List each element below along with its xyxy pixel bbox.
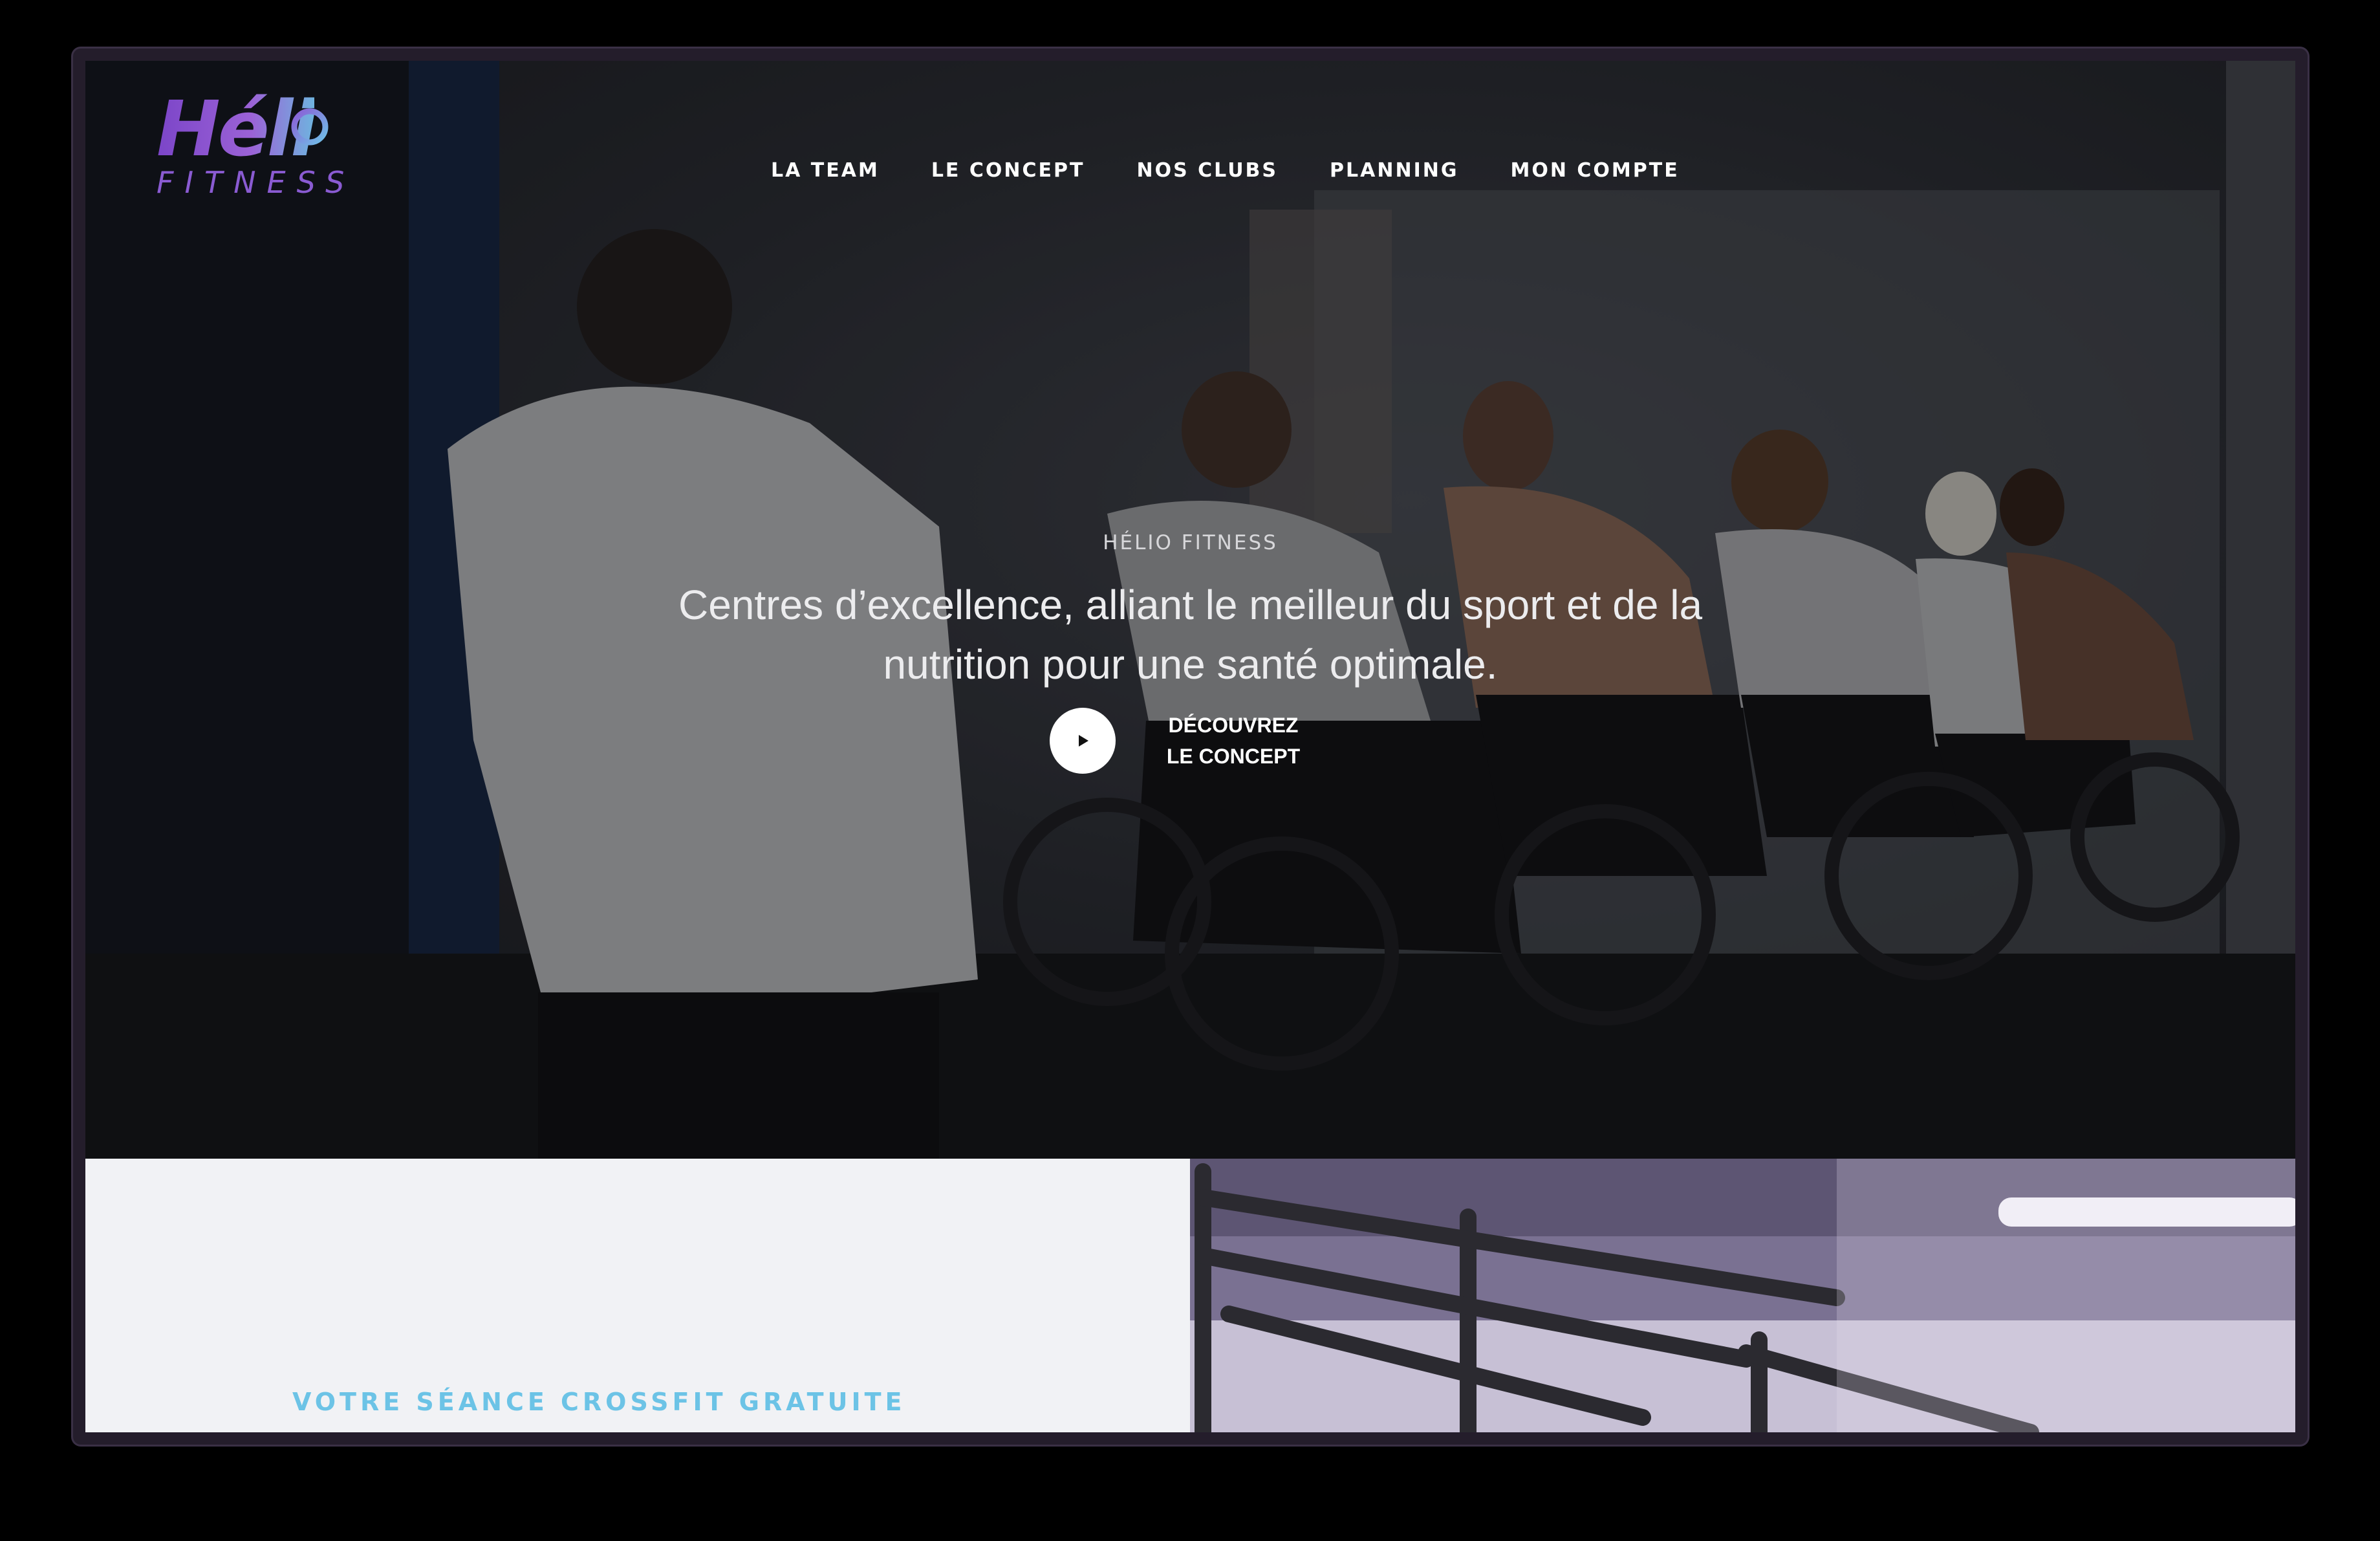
nav-item-nos-clubs[interactable]: NOS CLUBS xyxy=(1136,158,1278,184)
page-viewport: Héli FITNESS LA TEAM LE CONCEPT NOS CLUB… xyxy=(85,61,2295,1432)
play-icon xyxy=(1079,735,1088,747)
nav-item-mon-compte[interactable]: MON COMPTE xyxy=(1510,158,1679,184)
helio-fitness-logo[interactable]: Héli FITNESS xyxy=(157,80,351,203)
gym-rack-image xyxy=(1190,1159,2295,1432)
discover-concept-button[interactable]: DÉCOUVREZ LE CONCEPT xyxy=(1050,708,1311,774)
nav-item-le-concept[interactable]: LE CONCEPT xyxy=(931,158,1085,184)
cta-label: DÉCOUVREZ LE CONCEPT xyxy=(1166,714,1301,768)
crossfit-title: VOTRE SÉANCE CROSSFIT GRATUITE xyxy=(292,1388,906,1416)
hero-section: Héli FITNESS LA TEAM LE CONCEPT NOS CLUB… xyxy=(85,61,2295,1159)
gym-rack-illustration xyxy=(1190,1159,2295,1432)
browser-window: Héli FITNESS LA TEAM LE CONCEPT NOS CLUB… xyxy=(73,49,2308,1445)
hero-headline: Centres d’excellence, alliant le meilleu… xyxy=(678,582,1703,688)
main-nav: LA TEAM LE CONCEPT NOS CLUBS PLANNING MO… xyxy=(771,158,1731,184)
nav-item-la-team[interactable]: LA TEAM xyxy=(771,158,880,184)
play-button[interactable] xyxy=(1050,708,1116,774)
logo-ring-icon xyxy=(291,108,329,146)
logo-subtitle: FITNESS xyxy=(157,165,356,200)
nav-item-planning[interactable]: PLANNING xyxy=(1330,158,1458,184)
hero-eyebrow: HÉLIO FITNESS xyxy=(1103,531,1278,554)
hero-content: HÉLIO FITNESS Centres d’excellence, alli… xyxy=(85,530,2295,694)
